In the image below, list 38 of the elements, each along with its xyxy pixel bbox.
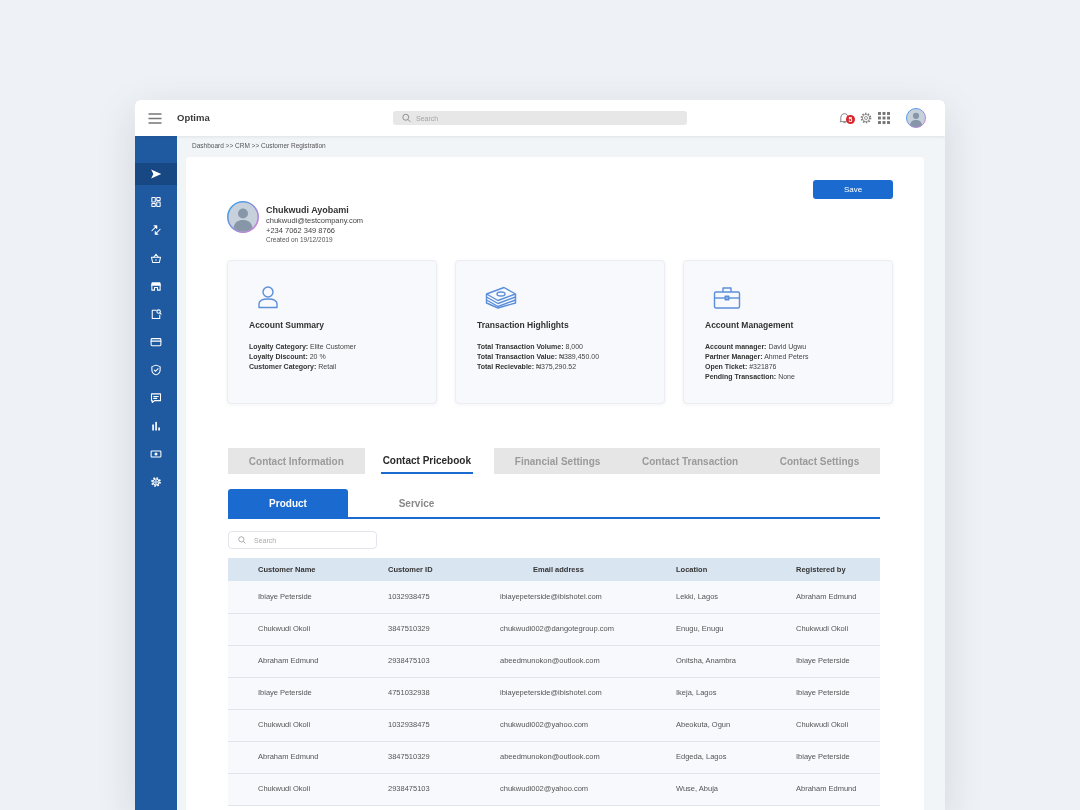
dashboard-icon [150, 196, 162, 208]
settings-icon [150, 476, 162, 488]
avatar-icon[interactable] [906, 108, 926, 128]
store-icon [150, 280, 162, 292]
basket-icon [150, 252, 162, 264]
shield-check-icon [150, 364, 162, 376]
search-icon [402, 113, 411, 123]
document-search-icon [150, 308, 162, 320]
menu-icon [148, 112, 162, 124]
tab[interactable]: Service [348, 489, 485, 517]
app-title: Optima [177, 110, 210, 125]
tab[interactable]: Contact Information [228, 448, 365, 474]
tab[interactable]: Contact Transaction [621, 448, 759, 474]
card-title: Account Summary [249, 320, 326, 331]
sidebar-item[interactable] [135, 163, 177, 185]
profile-name: Chukwudi Ayobami [266, 205, 350, 216]
briefcase-icon [713, 286, 741, 309]
menu-button[interactable] [148, 112, 162, 124]
chat-icon [150, 392, 162, 404]
apps-button[interactable] [878, 112, 890, 124]
person-icon [257, 285, 279, 309]
settings-icon [860, 112, 872, 124]
tab[interactable]: Financial Settings [494, 448, 622, 474]
card-title: Account Management [705, 320, 795, 331]
tab[interactable]: Product [228, 489, 348, 517]
search-icon [238, 536, 246, 544]
send-icon [150, 168, 162, 180]
swap-arrows-icon [150, 224, 162, 236]
save-button[interactable]: Save [813, 180, 893, 199]
apps-grid-icon [878, 112, 890, 124]
credit-card-icon [150, 336, 162, 348]
tab[interactable]: Contact Settings [758, 448, 881, 474]
bar-chart-icon [150, 420, 162, 432]
avatar-icon [227, 201, 259, 233]
money-stack-icon [485, 286, 517, 309]
settings-button[interactable] [860, 112, 872, 124]
card-title: Transaction Highlights [477, 320, 570, 331]
cash-icon [150, 448, 162, 460]
